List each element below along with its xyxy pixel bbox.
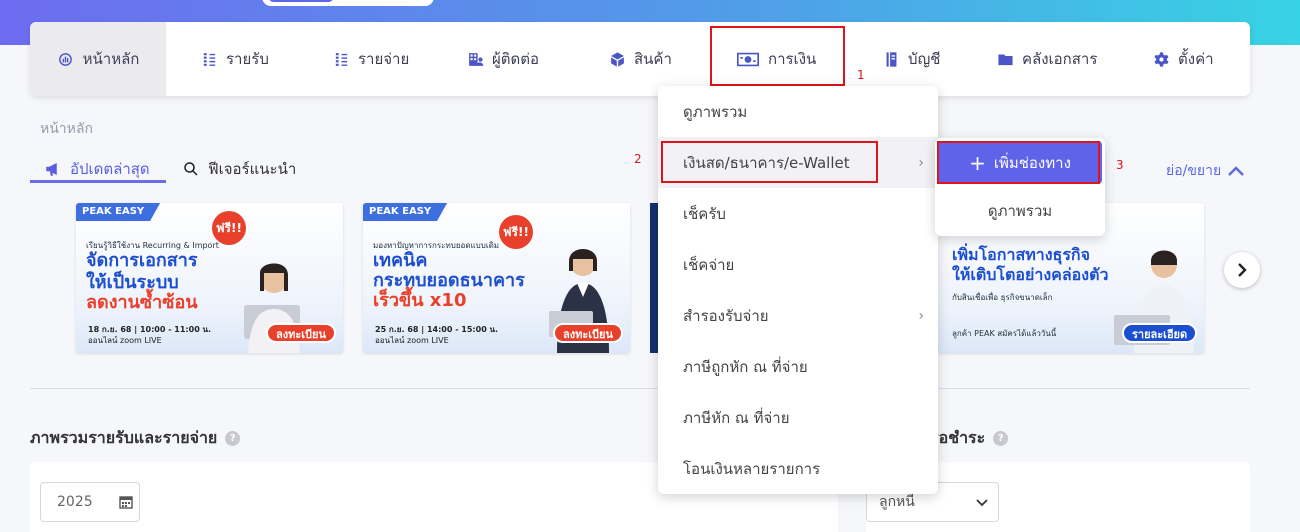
submenu-item-label: ดูภาพรวม bbox=[987, 202, 1053, 220]
dashboard-icon bbox=[57, 50, 75, 68]
banner-headline-1: จัดการเอกสาร bbox=[86, 250, 198, 271]
nav-item-products[interactable]: สินค้า bbox=[608, 22, 672, 96]
mode-toggle[interactable] bbox=[262, 0, 434, 6]
nav-label: สินค้า bbox=[634, 50, 672, 68]
calendar-icon bbox=[118, 496, 133, 509]
chevron-up-icon bbox=[1228, 166, 1245, 176]
details-button[interactable]: รายละเอียด bbox=[1122, 323, 1198, 343]
register-button[interactable]: ลงทะเบียน bbox=[266, 323, 336, 343]
menu-item-label: ดูภาพรวม bbox=[683, 102, 748, 121]
banner-online: ออนไลน์ zoom LIVE bbox=[88, 336, 162, 345]
mode-toggle-active bbox=[268, 0, 334, 2]
overview-title-text: ภาพรวมรายรับและรายจ่าย bbox=[30, 428, 218, 447]
banner-headline-2: ให้เติบโตอย่างคล่องตัว bbox=[952, 265, 1109, 284]
banner-headline-1: เพิ่มโอกาสทางธุรกิจ bbox=[952, 245, 1090, 264]
nav-label: หน้าหลัก bbox=[82, 50, 140, 68]
chevron-right-icon: › bbox=[918, 307, 924, 324]
banner-headline-3: ลดงานซ้ำซ้อน bbox=[86, 292, 198, 313]
nav-label: รายจ่าย bbox=[358, 50, 410, 68]
carousel-next-button[interactable] bbox=[1224, 252, 1260, 288]
active-tab-indicator bbox=[30, 180, 166, 183]
help-icon[interactable]: ? bbox=[993, 431, 1009, 446]
pending-title-text: รอชำระ bbox=[930, 428, 986, 447]
brand-tag: PEAK EASY bbox=[363, 203, 448, 221]
product-box-icon bbox=[608, 50, 626, 68]
collapse-expand-toggle[interactable]: ย่อ/ขยาย bbox=[1166, 160, 1245, 182]
menu-item-withholding-tax[interactable]: ภาษีหัก ณ ที่จ่าย bbox=[658, 392, 938, 443]
menu-item-overview[interactable]: ดูภาพรวม bbox=[658, 86, 938, 137]
menu-item-label: เช็ครับ bbox=[683, 204, 726, 223]
nav-label: ผู้ติดต่อ bbox=[492, 50, 540, 68]
year-picker[interactable]: 2025 bbox=[40, 482, 140, 522]
step-number-2: 2 bbox=[634, 152, 642, 166]
menu-item-withholding-tax-deducted[interactable]: ภาษีถูกหัก ณ ที่จ่าย bbox=[658, 341, 938, 392]
pending-section-title: รอชำระ ? bbox=[930, 426, 1009, 451]
menu-item-label: สำรองรับจ่าย bbox=[683, 306, 769, 325]
overview-section-title: ภาพรวมรายรับและรายจ่าย ? bbox=[30, 426, 241, 451]
tab-latest-updates[interactable]: อัปเดตล่าสุด bbox=[44, 156, 150, 182]
megaphone-icon bbox=[46, 163, 57, 176]
income-icon bbox=[200, 50, 218, 68]
folder-icon bbox=[996, 50, 1014, 68]
chevron-down-icon bbox=[976, 499, 988, 507]
nav-label: ตั้งค่า bbox=[1178, 50, 1214, 68]
contacts-icon bbox=[466, 50, 484, 68]
banner-headline-2: ให้เป็นระบบ bbox=[86, 272, 179, 293]
banner-footnote: ลูกค้า PEAK สมัครได้แล้ววันนี้ bbox=[952, 329, 1057, 338]
banner-headline-2: กระทบยอดธนาคาร bbox=[373, 270, 525, 291]
brand-tag: PEAK EASY bbox=[76, 203, 161, 221]
highlight-cash-bank-item bbox=[661, 141, 878, 183]
highlight-finance-nav bbox=[710, 26, 845, 86]
nav-label: คลังเอกสาร bbox=[1022, 50, 1098, 68]
gear-icon bbox=[1152, 50, 1170, 68]
tab-label: อัปเดตล่าสุด bbox=[70, 160, 150, 178]
help-icon[interactable]: ? bbox=[225, 431, 241, 446]
nav-item-expense[interactable]: รายจ่าย bbox=[332, 22, 409, 96]
banner-headline-3: เร็วขึ้น x10 bbox=[373, 290, 467, 311]
nav-item-income[interactable]: รายรับ bbox=[200, 22, 269, 96]
year-value: 2025 bbox=[57, 494, 93, 510]
menu-item-bulk-transfer[interactable]: โอนเงินหลายรายการ bbox=[658, 443, 938, 494]
menu-item-cheque-received[interactable]: เช็ครับ bbox=[658, 188, 938, 239]
nav-item-documents[interactable]: คลังเอกสาร bbox=[996, 22, 1097, 96]
menu-item-label: ภาษีถูกหัก ณ ที่จ่าย bbox=[683, 357, 808, 376]
breadcrumb: หน้าหลัก bbox=[40, 121, 93, 137]
banner-online: ออนไลน์ zoom LIVE bbox=[375, 336, 449, 345]
select-value: ลูกหนี้ bbox=[879, 494, 915, 510]
section-divider bbox=[30, 388, 1250, 389]
main-navbar: หน้าหลัก รายรับ รายจ่าย ผู้ติดต่อ สินค้า… bbox=[30, 22, 1250, 96]
menu-item-petty-cash[interactable]: สำรองรับจ่าย › bbox=[658, 290, 938, 341]
menu-item-label: ภาษีหัก ณ ที่จ่าย bbox=[683, 408, 790, 427]
nav-label: บัญชี bbox=[908, 50, 941, 68]
nav-item-accounting[interactable]: บัญชี bbox=[882, 22, 940, 96]
submenu-item-overview[interactable]: ดูภาพรวม bbox=[935, 190, 1105, 232]
nav-item-settings[interactable]: ตั้งค่า bbox=[1152, 22, 1214, 96]
free-badge: ฟรี!! bbox=[499, 215, 533, 249]
chevron-right-icon: › bbox=[918, 154, 924, 171]
ledger-icon bbox=[882, 50, 900, 68]
menu-item-cheque-paid[interactable]: เช็คจ่าย bbox=[658, 239, 938, 290]
register-button[interactable]: ลงทะเบียน bbox=[553, 323, 623, 343]
tab-label: ฟีเจอร์แนะนำ bbox=[208, 160, 297, 178]
menu-item-label: เช็คจ่าย bbox=[683, 255, 735, 274]
expense-icon bbox=[332, 50, 350, 68]
expand-label: ย่อ/ขยาย bbox=[1166, 163, 1222, 179]
step-number-3: 3 bbox=[1116, 158, 1124, 172]
chevron-right-icon bbox=[1238, 263, 1247, 277]
banner-subtitle: กับสินเชื่อเพื่อ ธุรกิจขนาดเล็ก bbox=[952, 293, 1053, 302]
nav-label: รายรับ bbox=[226, 50, 269, 68]
search-icon bbox=[184, 162, 198, 176]
promo-banner-2[interactable]: PEAK EASY ฟรี!! มองหาปัญหาการกระทบยอดแบบ… bbox=[363, 203, 630, 353]
banner-headline-1: เทคนิค bbox=[373, 250, 428, 271]
nav-item-contacts[interactable]: ผู้ติดต่อ bbox=[466, 22, 539, 96]
promo-banner-1[interactable]: PEAK EASY ฟรี!! เรียนรู้วิธีใช้งาน Recur… bbox=[76, 203, 343, 353]
nav-item-home[interactable]: หน้าหลัก bbox=[30, 22, 166, 96]
menu-item-label: โอนเงินหลายรายการ bbox=[683, 459, 821, 478]
step-number-1: 1 bbox=[857, 68, 865, 82]
tab-recommended-features[interactable]: ฟีเจอร์แนะนำ bbox=[182, 156, 296, 182]
highlight-add-channel bbox=[937, 141, 1100, 184]
